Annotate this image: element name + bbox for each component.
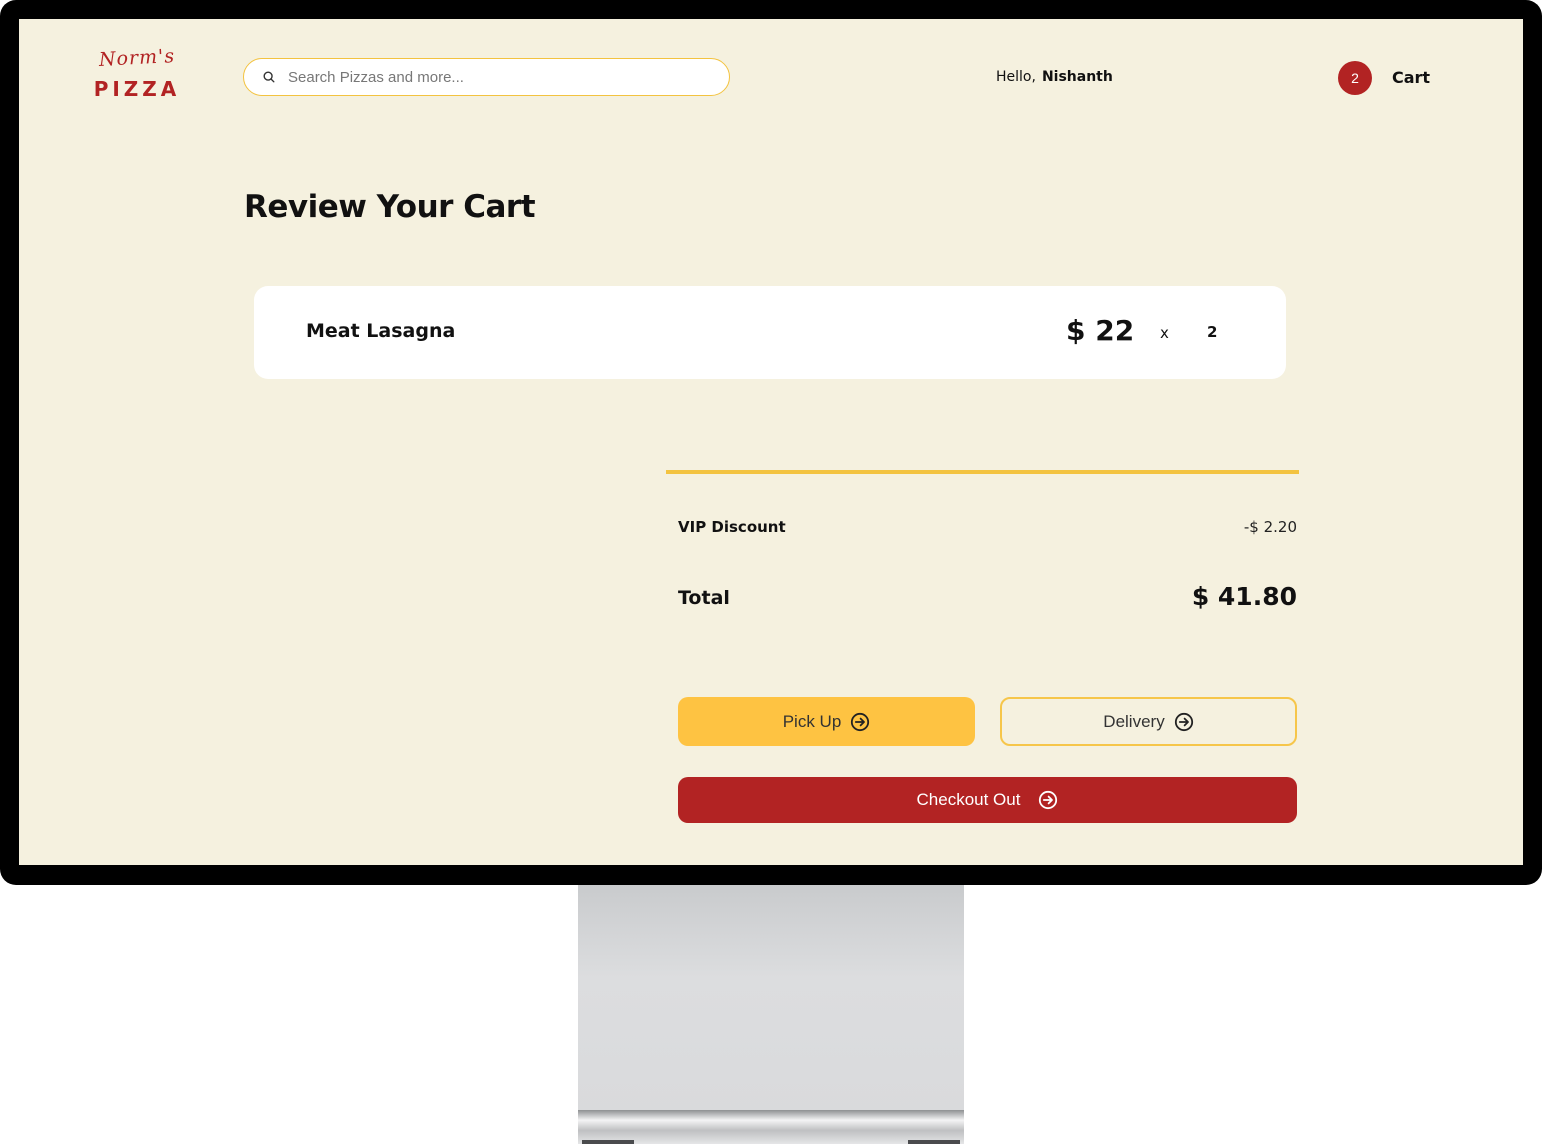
discount-value: -$ 2.20: [1243, 518, 1297, 536]
user-name[interactable]: Nishanth: [1042, 69, 1113, 85]
cart-count-badge[interactable]: 2: [1338, 61, 1372, 95]
pickup-label: Pick Up: [782, 711, 842, 731]
greeting-text: Hello,: [996, 69, 1036, 85]
stand-foot-right: [908, 1140, 960, 1144]
checkout-button[interactable]: Checkout Out: [678, 777, 1297, 823]
cart-link[interactable]: Cart: [1392, 68, 1430, 87]
arrow-circle-right-icon: [1174, 712, 1193, 731]
total-label: Total: [678, 587, 730, 609]
search-icon: [263, 71, 275, 83]
item-multiplier: x: [1160, 324, 1169, 342]
cart-item-row: Meat Lasagna $ 22 x 2: [254, 286, 1286, 379]
user-greeting: Hello, Nishanth: [996, 69, 1113, 85]
item-quantity[interactable]: 2: [1207, 323, 1217, 341]
monitor-stand: [578, 885, 964, 1117]
delivery-button[interactable]: Delivery: [1000, 697, 1297, 746]
monitor-stand-base: [578, 1110, 964, 1144]
discount-label: VIP Discount: [678, 518, 786, 536]
item-price: $ 22: [1066, 314, 1135, 347]
stand-foot-left: [582, 1140, 634, 1144]
item-name: Meat Lasagna: [306, 320, 456, 342]
logo-main-text: PIZZA: [93, 77, 181, 101]
checkout-label: Checkout Out: [916, 790, 1021, 809]
search-input[interactable]: [286, 67, 690, 87]
delivery-label: Delivery: [1103, 711, 1165, 731]
arrow-circle-right-icon: [1039, 790, 1058, 810]
logo-script-text: Norm's: [98, 45, 176, 71]
page-title: Review Your Cart: [244, 189, 536, 225]
app-screen: Norm's PIZZA Hello, Nishanth 2 Cart Revie…: [19, 19, 1523, 865]
total-value: $ 41.80: [1191, 582, 1297, 611]
summary-divider: [666, 470, 1299, 474]
search-bar[interactable]: [243, 58, 730, 96]
pickup-button[interactable]: Pick Up: [678, 697, 975, 746]
monitor-bezel: Norm's PIZZA Hello, Nishanth 2 Cart Revie…: [0, 0, 1542, 885]
arrow-circle-right-icon: [851, 712, 870, 731]
brand-logo[interactable]: Norm's PIZZA: [87, 45, 187, 101]
